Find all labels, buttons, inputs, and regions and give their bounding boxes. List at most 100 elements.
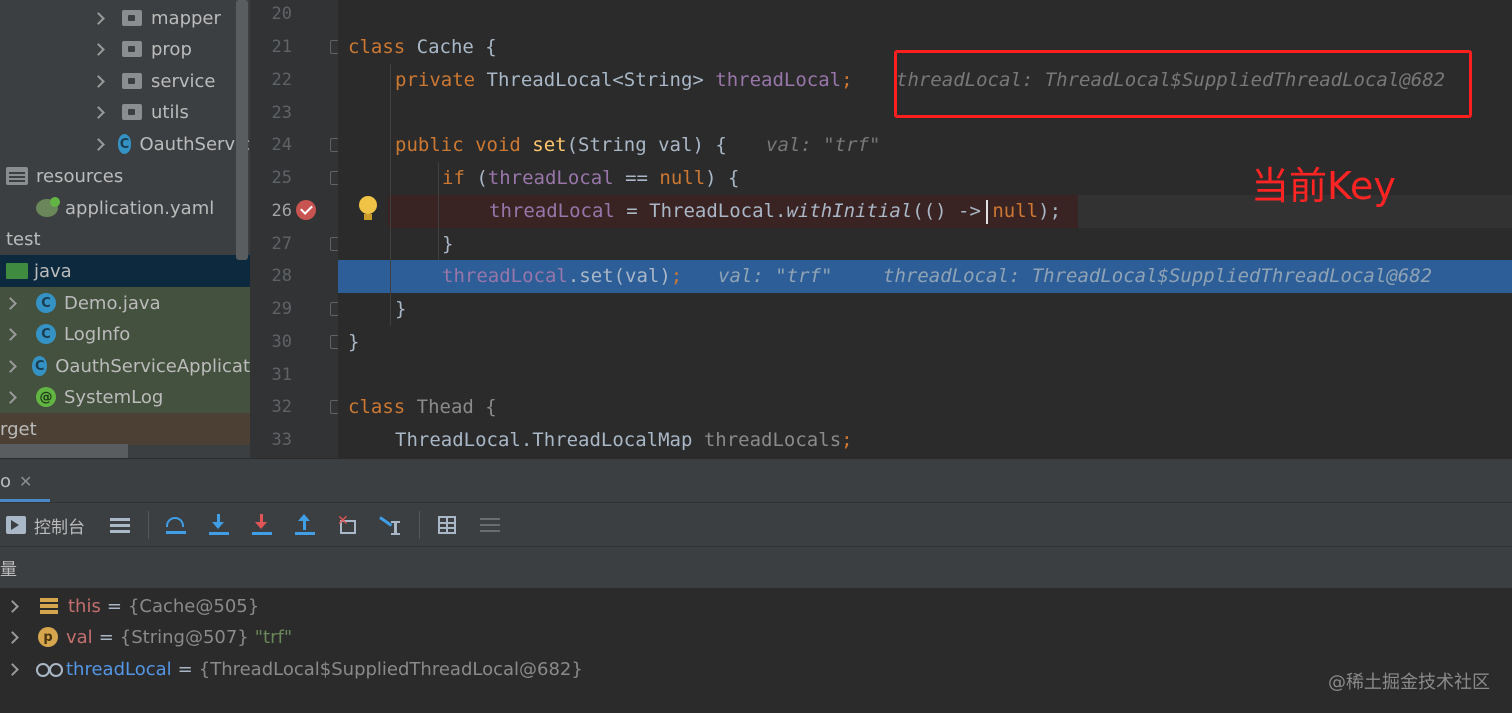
tree-item-label: SystemLog — [64, 386, 164, 408]
chevron-right-icon[interactable] — [92, 74, 106, 88]
code-line-22: private ThreadLocal<String> threadLocal; — [395, 69, 853, 91]
annotation-label: 当前Key — [1251, 164, 1396, 208]
console-button[interactable]: 控制台 — [6, 511, 85, 539]
line-number: 29 — [271, 299, 292, 319]
variable-equals: = — [98, 626, 114, 648]
variable-equals: = — [106, 595, 122, 617]
field-icon — [40, 597, 58, 615]
tree-item-systemlog[interactable]: @ SystemLog — [0, 381, 250, 413]
code-line-33: ThreadLocal.ThreadLocalMap threadLocals; — [395, 429, 853, 451]
lightbulb-icon[interactable] — [358, 196, 378, 222]
chevron-right-icon[interactable] — [92, 137, 102, 151]
tree-item-mapper[interactable]: mapper — [0, 2, 250, 34]
tree-item-loginfo[interactable]: C LogInfo — [0, 318, 250, 350]
tree-item-utils[interactable]: utils — [0, 96, 250, 128]
tree-item-test[interactable]: test — [0, 223, 250, 255]
evaluate-expression-button[interactable] — [435, 511, 459, 539]
line-number: 30 — [271, 332, 292, 352]
tree-item-label: prop — [151, 38, 192, 60]
line-number: 22 — [271, 70, 292, 90]
trace-lines-icon — [478, 513, 502, 537]
inline-debug-value: val: "trf" — [718, 265, 833, 287]
annotation-highlight-box — [894, 50, 1472, 118]
code-line-30: } — [348, 331, 360, 353]
line-number: 32 — [271, 397, 292, 417]
step-out-button[interactable] — [293, 511, 317, 539]
tree-item-oauth-application[interactable]: C OauthServiceApplicat — [0, 350, 250, 382]
breakpoint-icon[interactable] — [296, 200, 316, 220]
editor-gutter: 20 21 22 23 24 25 26 27 28 29 30 31 32 3… — [250, 0, 342, 458]
variable-name: this — [68, 595, 101, 617]
chevron-right-icon[interactable] — [4, 390, 18, 404]
class-icon: C — [36, 293, 56, 313]
tree-item-label: rget — [0, 418, 37, 440]
step-into-icon — [207, 513, 231, 537]
tab-debug[interactable]: o ✕ — [0, 459, 50, 503]
class-icon: C — [32, 356, 48, 376]
source-folder-icon — [6, 263, 28, 279]
variable-row-this[interactable]: this = {Cache@505} — [0, 590, 1512, 622]
tree-item-oauth-service[interactable]: C OauthServic — [0, 128, 250, 160]
tree-item-demo[interactable]: C Demo.java — [0, 287, 250, 319]
line-number: 26 — [271, 201, 292, 221]
chevron-right-icon[interactable] — [92, 105, 106, 119]
tree-vertical-scrollbar[interactable] — [236, 0, 248, 260]
code-line-32: class Thead { — [348, 396, 497, 418]
debug-toolbar: 控制台 ✕ — [0, 502, 1512, 546]
folder-icon — [122, 104, 142, 120]
variables-header: 量 — [0, 546, 1512, 588]
indent-guide — [438, 162, 439, 260]
chevron-right-icon[interactable] — [6, 599, 20, 613]
code-line-26: threadLocal = ThreadLocal.withInitial(()… — [489, 200, 1062, 222]
variable-equals: = — [177, 658, 193, 680]
step-over-icon — [164, 513, 188, 537]
line-number: 23 — [271, 103, 292, 123]
chevron-right-icon[interactable] — [4, 327, 18, 341]
tree-item-java[interactable]: java — [0, 255, 250, 287]
variables-list: this = {Cache@505} p val = {String@507} … — [0, 588, 1512, 713]
chevron-right-icon[interactable] — [92, 11, 106, 25]
chevron-right-icon[interactable] — [4, 359, 14, 373]
resources-folder-icon — [6, 167, 28, 185]
watermark: @稀土掘金技术社区 — [1328, 672, 1490, 693]
tree-item-service[interactable]: service — [0, 65, 250, 97]
variable-row-threadlocal[interactable]: threadLocal = {ThreadLocal$SuppliedThrea… — [0, 653, 1512, 685]
drop-frame-button[interactable]: ✕ — [336, 511, 360, 539]
folder-icon — [122, 73, 142, 89]
trace-button[interactable] — [478, 511, 502, 539]
tree-item-label: LogInfo — [64, 323, 131, 345]
tree-item-prop[interactable]: prop — [0, 33, 250, 65]
inline-debug-value: val: "trf" — [766, 134, 881, 156]
chevron-right-icon[interactable] — [4, 296, 18, 310]
line-number: 33 — [271, 430, 292, 450]
tree-horizontal-scrollbar[interactable] — [0, 444, 128, 458]
code-line-24: public void set(String val) { — [395, 134, 727, 156]
variables-title: 量 — [0, 560, 17, 580]
text-caret — [986, 200, 988, 224]
tree-item-label: utils — [151, 101, 189, 123]
line-number: 27 — [271, 234, 292, 254]
folder-icon — [122, 10, 142, 26]
tree-item-label: java — [34, 260, 72, 282]
line-number: 21 — [271, 37, 292, 57]
variable-row-val[interactable]: p val = {String@507} "trf" — [0, 621, 1512, 653]
step-over-button[interactable] — [164, 511, 188, 539]
project-tree: mapper prop service utils C OauthServic … — [0, 0, 250, 458]
code-editor[interactable]: class Cache { private ThreadLocal<String… — [338, 0, 1512, 458]
step-into-button[interactable] — [207, 511, 231, 539]
run-to-cursor-button[interactable] — [379, 511, 403, 539]
tree-item-target[interactable]: rget — [0, 413, 250, 445]
tree-item-application-yaml[interactable]: application.yaml — [0, 192, 250, 224]
force-step-into-button[interactable] — [250, 511, 274, 539]
close-icon[interactable]: ✕ — [19, 472, 32, 491]
chevron-right-icon[interactable] — [92, 42, 106, 56]
chevron-right-icon[interactable] — [6, 662, 20, 676]
tree-item-resources[interactable]: resources — [0, 160, 250, 192]
toolbar-separator — [419, 511, 420, 539]
folder-icon — [122, 41, 142, 57]
layout-button[interactable] — [108, 511, 132, 539]
annotation-icon: @ — [36, 387, 56, 407]
inline-debug-value: threadLocal: ThreadLocal$SuppliedThreadL… — [883, 265, 1433, 287]
toolbar-separator — [148, 511, 149, 539]
chevron-right-icon[interactable] — [6, 630, 20, 644]
